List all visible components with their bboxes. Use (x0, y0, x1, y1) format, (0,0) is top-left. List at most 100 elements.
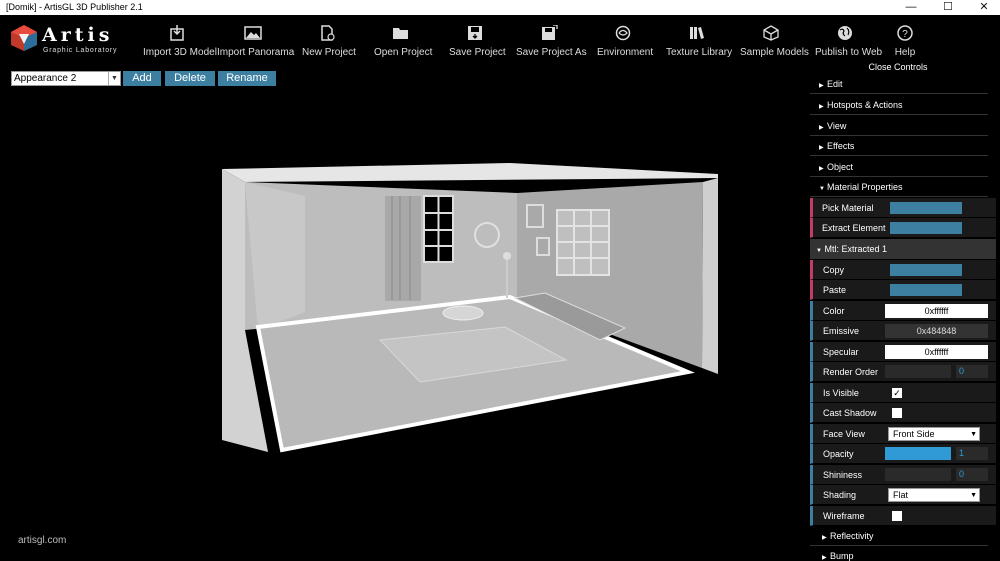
3d-viewport[interactable] (0, 90, 805, 530)
opacity-row: Opacity 1 (810, 444, 996, 464)
face-view-select[interactable]: Front Side ▼ (888, 427, 980, 441)
save-project-as-button[interactable]: Save Project As (516, 15, 587, 65)
new-project-button[interactable]: New Project (302, 15, 356, 65)
sample-models-icon (763, 25, 779, 41)
texture-library-button[interactable]: Texture Library (666, 15, 732, 65)
toolbar-label: Open Project (374, 47, 433, 58)
section-label: Edit (827, 79, 843, 89)
extract-element-button[interactable] (890, 222, 962, 234)
is-visible-label: Is Visible (823, 388, 859, 398)
window-title: [Domik] - ArtisGL 3D Publisher 2.1 (6, 2, 143, 12)
caret-right-icon: ▶ (819, 104, 824, 110)
color-field[interactable]: 0xffffff (885, 304, 988, 318)
section-material-properties[interactable]: ▼ Material Properties (810, 177, 988, 197)
add-appearance-button[interactable]: Add (123, 71, 161, 86)
close-icon[interactable]: ✕ (966, 0, 1000, 15)
toolbar-label: Import 3D Model (143, 47, 217, 58)
import-model-icon (169, 25, 184, 41)
is-visible-checkbox[interactable]: ✓ (892, 388, 902, 398)
specular-row: Specular 0xffffff (810, 342, 996, 362)
appearance-select-value: Appearance 2 (14, 73, 77, 84)
wireframe-checkbox[interactable] (892, 511, 902, 521)
pick-material-button[interactable] (890, 202, 962, 214)
caret-right-icon: ▶ (819, 125, 824, 131)
render-order-slider[interactable] (885, 365, 951, 378)
section-label: Hotspots & Actions (827, 100, 903, 110)
import-3d-model-button[interactable]: Import 3D Model (143, 15, 217, 65)
section-view[interactable]: ▶ View (810, 116, 988, 136)
main-toolbar: Artis Graphic Laboratory Import 3D Model… (0, 15, 1000, 65)
emissive-label: Emissive (823, 326, 860, 336)
section-reflectivity[interactable]: ▶ Reflectivity (810, 526, 988, 546)
specular-field[interactable]: 0xffffff (885, 345, 988, 359)
minimize-icon[interactable]: — (893, 0, 929, 15)
paste-button[interactable] (890, 284, 962, 296)
toolbar-label: Help (894, 47, 916, 58)
section-edit[interactable]: ▶ Edit (810, 74, 988, 94)
shininess-row: Shininess 0 (810, 465, 996, 485)
app-window: [Domik] - ArtisGL 3D Publisher 2.1 — ☐ ✕… (0, 0, 1000, 561)
sample-models-button[interactable]: Sample Models (740, 15, 809, 65)
controls-panel: Close Controls ▶ Edit ▶ Hotspots & Actions… (808, 62, 1000, 561)
shading-select[interactable]: Flat ▼ (888, 488, 980, 502)
new-project-icon (321, 25, 335, 41)
environment-icon (615, 25, 631, 41)
toolbar-label: Publish to Web (815, 47, 883, 58)
extract-element-row: Extract Element (810, 218, 996, 238)
section-effects[interactable]: ▶ Effects (810, 136, 988, 156)
face-view-value: Front Side (893, 429, 935, 439)
chevron-down-icon: ▼ (108, 72, 120, 85)
opacity-label: Opacity (823, 449, 854, 459)
cast-shadow-checkbox[interactable] (892, 408, 902, 418)
pick-material-label: Pick Material (822, 203, 874, 213)
toolbar-label: Import Panorama (217, 47, 295, 58)
delete-appearance-button[interactable]: Delete (165, 71, 215, 86)
render-order-label: Render Order (823, 367, 879, 377)
color-label: Color (823, 306, 845, 316)
cast-shadow-row: Cast Shadow (810, 403, 996, 423)
panorama-icon (243, 26, 262, 40)
publish-to-web-button[interactable]: Publish to Web (815, 15, 883, 65)
opacity-input[interactable]: 1 (956, 447, 988, 460)
environment-button[interactable]: Environment (597, 15, 653, 65)
svg-text:?: ? (902, 29, 908, 40)
close-controls-button[interactable]: Close Controls (808, 62, 988, 72)
section-label: Bump (830, 551, 854, 561)
caret-right-icon: ▶ (819, 166, 824, 172)
rename-appearance-button[interactable]: Rename (218, 71, 276, 86)
open-project-button[interactable]: Open Project (374, 15, 433, 65)
chevron-down-icon: ▼ (970, 492, 977, 499)
toolbar-label: Save Project (449, 47, 506, 58)
help-button[interactable]: ? Help (890, 15, 920, 65)
section-label: Effects (827, 141, 855, 151)
section-hotspots-actions[interactable]: ▶ Hotspots & Actions (810, 95, 988, 115)
texture-library-icon (690, 27, 704, 39)
opacity-slider[interactable] (885, 447, 951, 460)
section-label: Object (827, 162, 854, 172)
copy-button[interactable] (890, 264, 962, 276)
material-name: Mtl: Extracted 1 (824, 244, 887, 254)
is-visible-row: Is Visible ✓ (810, 383, 996, 403)
caret-right-icon: ▶ (822, 555, 827, 561)
shininess-input[interactable]: 0 (956, 468, 988, 481)
save-project-button[interactable]: Save Project (449, 15, 506, 65)
render-order-input[interactable]: 0 (956, 365, 988, 378)
caret-right-icon: ▶ (819, 83, 824, 89)
caret-down-icon: ▼ (816, 248, 822, 254)
logo-wordmark: Artis (42, 24, 114, 46)
emissive-field[interactable]: 0x484848 (885, 324, 988, 338)
help-icon: ? (897, 25, 913, 41)
material-header[interactable]: ▼ Mtl: Extracted 1 (810, 239, 996, 259)
chevron-down-icon: ▼ (970, 431, 977, 438)
save-icon (468, 26, 482, 40)
section-object[interactable]: ▶ Object (810, 157, 988, 177)
color-row: Color 0xffffff (810, 301, 996, 321)
specular-label: Specular (823, 347, 859, 357)
appearance-select[interactable]: Appearance 2 ▼ (11, 71, 121, 86)
shininess-slider[interactable] (885, 468, 951, 481)
maximize-icon[interactable]: ☐ (930, 0, 966, 15)
import-panorama-button[interactable]: Import Panorama (217, 15, 295, 65)
section-bump[interactable]: ▶ Bump (810, 546, 988, 561)
caret-down-icon: ▼ (819, 186, 825, 192)
caret-right-icon: ▶ (822, 535, 827, 541)
